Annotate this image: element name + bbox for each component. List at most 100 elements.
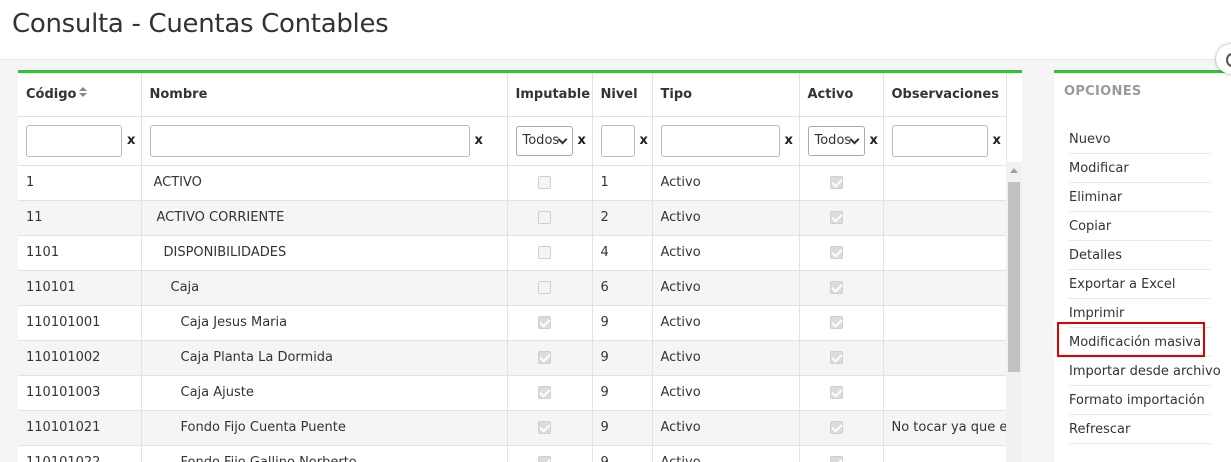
cell-activo — [799, 375, 884, 411]
option-nuevo[interactable]: Nuevo — [1069, 125, 1211, 154]
cell-codigo: 110101021 — [18, 410, 142, 446]
cell-nivel: 1 — [592, 165, 653, 201]
activo-checkbox — [829, 211, 843, 224]
cell-nivel: 9 — [592, 375, 653, 411]
table-row[interactable]: 110101002 Caja Planta La Dormida 9 Activo — [18, 340, 1007, 376]
col-header-codigo[interactable]: Código — [18, 73, 142, 117]
cell-codigo: 11 — [18, 200, 142, 236]
cell-nivel: 9 — [592, 340, 653, 376]
cell-imputable — [507, 305, 593, 341]
col-header-observaciones[interactable]: Observaciones — [883, 73, 1007, 117]
filter-imputable-clear[interactable]: x — [578, 133, 586, 148]
cell-nombre: Caja Planta La Dormida — [141, 340, 508, 376]
cell-nombre: DISPONIBILIDADES — [141, 235, 508, 271]
col-header-nivel[interactable]: Nivel — [592, 73, 653, 117]
imputable-checkbox — [537, 246, 551, 259]
cell-codigo: 1101 — [18, 235, 142, 271]
cell-observaciones: No tocar ya que es — [883, 410, 1007, 446]
imputable-checkbox — [537, 421, 551, 434]
grid-scrollbar[interactable] — [1006, 162, 1022, 462]
imputable-checkbox — [537, 176, 551, 189]
table-body: 1 ACTIVO 1 Activo 11 ACTIVO CORRIENTE 2 Activo 1… — [18, 165, 1007, 462]
filter-row: x x Todos x x x Todos x x — [18, 116, 1007, 166]
option-eliminar[interactable]: Eliminar — [1069, 183, 1211, 212]
option-importar-desde-archivo[interactable]: Importar desde archivo — [1069, 357, 1221, 386]
cell-imputable — [507, 165, 593, 201]
filter-observaciones-input[interactable] — [891, 124, 988, 157]
table-row[interactable]: 110101021 Fondo Fijo Cuenta Puente 9 Activo… — [18, 410, 1007, 446]
filter-activo-clear[interactable]: x — [870, 133, 878, 148]
cell-tipo: Activo — [652, 340, 800, 376]
col-header-nombre[interactable]: Nombre — [141, 73, 508, 117]
cell-nombre: Caja Ajuste — [141, 375, 508, 411]
table-row[interactable]: 1 ACTIVO 1 Activo — [18, 165, 1007, 201]
option-formato-importacion[interactable]: Formato importación — [1069, 386, 1211, 415]
option-exportar-a-excel[interactable]: Exportar a Excel — [1069, 270, 1211, 299]
filter-activo-select[interactable]: Todos — [807, 125, 865, 156]
page-header: Consulta - Cuentas Contables — [0, 0, 1231, 60]
cell-nombre: ACTIVO — [141, 165, 508, 201]
cell-observaciones — [883, 270, 1007, 306]
accounts-grid-panel: Código Nombre Imputable Nivel Tipo Activ… — [18, 70, 1022, 462]
filter-imputable-select[interactable]: Todos — [515, 125, 573, 156]
cell-nombre: Fondo Fijo Gallino Norberto — [141, 445, 508, 462]
imputable-checkbox — [537, 316, 551, 329]
cell-observaciones — [883, 375, 1007, 411]
scroll-thumb[interactable] — [1008, 182, 1020, 372]
filter-nivel-input[interactable] — [600, 124, 635, 157]
cell-tipo: Activo — [652, 165, 800, 201]
table-row[interactable]: 110101022Fondo Fijo Gallino Norberto 9Act… — [18, 445, 1007, 462]
option-copiar[interactable]: Copiar — [1069, 212, 1211, 241]
filter-codigo-clear[interactable]: x — [127, 133, 135, 148]
activo-checkbox — [829, 176, 843, 189]
filter-nombre-clear[interactable]: x — [475, 133, 483, 148]
cell-tipo: Activo — [652, 375, 800, 411]
table-row[interactable]: 11 ACTIVO CORRIENTE 2 Activo — [18, 200, 1007, 236]
activo-checkbox — [829, 456, 843, 462]
page-title: Consulta - Cuentas Contables — [12, 9, 389, 39]
table-row[interactable]: 1101 DISPONIBILIDADES 4 Activo — [18, 235, 1007, 271]
cell-nivel: 6 — [592, 270, 653, 306]
cell-activo — [799, 235, 884, 271]
cell-nombre: ACTIVO CORRIENTE — [141, 200, 508, 236]
filter-nombre-input[interactable] — [149, 124, 470, 157]
option-modificar[interactable]: Modificar — [1069, 154, 1211, 183]
cell-nombre: Caja Jesus Maria — [141, 305, 508, 341]
cell-activo — [799, 305, 884, 341]
col-header-imputable[interactable]: Imputable — [507, 73, 593, 117]
cell-codigo: 110101002 — [18, 340, 142, 376]
filter-observaciones-clear[interactable]: x — [993, 133, 1001, 148]
filter-tipo-clear[interactable]: x — [785, 133, 793, 148]
cell-observaciones — [883, 305, 1007, 341]
cell-imputable — [507, 200, 593, 236]
cell-nivel: 4 — [592, 235, 653, 271]
imputable-checkbox — [537, 386, 551, 399]
highlight-box — [1057, 322, 1205, 357]
filter-nivel-clear[interactable]: x — [640, 133, 648, 148]
table-row[interactable]: 110101003 Caja Ajuste 9 Activo — [18, 375, 1007, 411]
cell-nivel: 9 — [592, 445, 653, 462]
cell-nombre: Fondo Fijo Cuenta Puente — [141, 410, 508, 446]
filter-tipo-input[interactable] — [660, 124, 780, 157]
col-header-activo[interactable]: Activo — [799, 73, 884, 117]
header-row: Código Nombre Imputable Nivel Tipo Activ… — [18, 73, 1007, 117]
col-header-tipo[interactable]: Tipo — [652, 73, 800, 117]
filter-codigo-input[interactable] — [26, 124, 122, 157]
activo-checkbox — [829, 246, 843, 259]
cell-activo — [799, 270, 884, 306]
activo-checkbox — [829, 351, 843, 364]
activo-checkbox — [829, 316, 843, 329]
table-row[interactable]: 110101 Caja 6 Activo — [18, 270, 1007, 306]
cell-imputable — [507, 445, 593, 462]
imputable-checkbox — [537, 456, 551, 462]
option-detalles[interactable]: Detalles — [1069, 241, 1211, 270]
options-list: Nuevo Modificar Eliminar Copiar Detalles Expo… — [1069, 125, 1221, 444]
sort-icon[interactable] — [79, 86, 88, 99]
table-row[interactable]: 110101001 Caja Jesus Maria 9 Activo — [18, 305, 1007, 341]
cell-tipo: Activo — [652, 305, 800, 341]
option-refrescar[interactable]: Refrescar — [1069, 415, 1211, 444]
cell-imputable — [507, 375, 593, 411]
scroll-up-arrow-icon[interactable] — [1010, 168, 1018, 173]
cell-codigo: 110101001 — [18, 305, 142, 341]
cell-codigo: 1 — [18, 165, 142, 201]
